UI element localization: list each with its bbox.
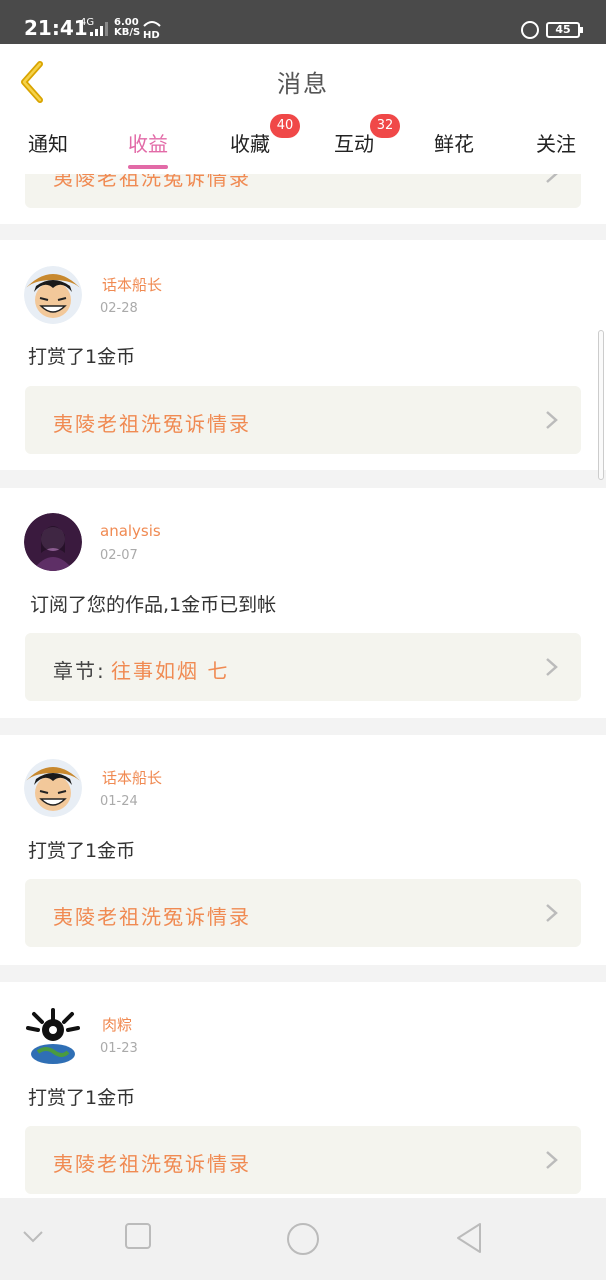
active-tab-indicator bbox=[128, 165, 168, 169]
back-icon[interactable] bbox=[454, 1222, 484, 1254]
portrait-avatar-icon bbox=[24, 513, 82, 571]
username[interactable]: 话本船长 bbox=[102, 767, 162, 788]
username[interactable]: analysis bbox=[100, 522, 161, 540]
message-card: 话本船长 02-28 打赏了1金币 夷陵老祖洗冤诉情录 bbox=[0, 240, 606, 470]
avatar[interactable] bbox=[24, 266, 82, 324]
work-link[interactable]: 夷陵老祖洗冤诉情录 bbox=[25, 386, 581, 454]
recent-apps-icon[interactable] bbox=[124, 1222, 152, 1250]
hd-icon: HD bbox=[143, 21, 161, 39]
signal-icon bbox=[90, 22, 108, 36]
chevron-right-icon bbox=[546, 174, 558, 183]
message-date: 02-07 bbox=[100, 548, 138, 563]
tab-notifications[interactable]: 通知 bbox=[28, 128, 68, 157]
chevron-right-icon bbox=[546, 658, 558, 676]
tab-label: 互动 bbox=[334, 132, 374, 156]
work-title: 夷陵老祖洗冤诉情录 bbox=[53, 174, 251, 190]
tab-interactions[interactable]: 互动 32 bbox=[334, 114, 400, 157]
work-title: 夷陵老祖洗冤诉情录 bbox=[53, 1152, 251, 1176]
page-title: 消息 bbox=[277, 70, 329, 98]
work-link[interactable]: 夷陵老祖洗冤诉情录 bbox=[25, 174, 581, 208]
message-action: 订阅了您的作品,1金币已到帐 bbox=[30, 594, 277, 616]
tab-bar: 通知 收益 收藏 40 互动 32 鲜花 关注 bbox=[0, 114, 606, 174]
favorites-count-badge: 40 bbox=[270, 114, 300, 138]
message-card-partial: 夷陵老祖洗冤诉情录 bbox=[0, 174, 606, 224]
message-date: 01-24 bbox=[100, 794, 138, 809]
tab-favorites[interactable]: 收藏 40 bbox=[230, 114, 300, 157]
chevron-right-icon bbox=[546, 411, 558, 429]
hd-label: HD bbox=[143, 30, 160, 39]
message-card: 肉粽 01-23 打赏了1金币 夷陵老祖洗冤诉情录 bbox=[0, 982, 606, 1198]
tab-label: 关注 bbox=[536, 132, 576, 156]
username[interactable]: 话本船长 bbox=[102, 274, 162, 295]
chevron-down-icon[interactable] bbox=[22, 1230, 44, 1244]
header: 消息 bbox=[0, 44, 606, 116]
chapter-link[interactable]: 章节: 往事如烟 七 bbox=[25, 633, 581, 701]
battery-icon: 45 bbox=[546, 22, 583, 38]
message-date: 02-28 bbox=[100, 301, 138, 316]
tab-label: 通知 bbox=[28, 132, 68, 156]
network-speed: 6.00 KB/S bbox=[114, 18, 140, 38]
luffy-avatar-icon bbox=[24, 759, 82, 817]
work-title: 夷陵老祖洗冤诉情录 bbox=[53, 905, 251, 929]
rotation-lock-icon bbox=[521, 21, 539, 39]
message-date: 01-23 bbox=[100, 1041, 138, 1056]
chapter-prefix: 章节: bbox=[53, 659, 106, 683]
speed-unit: KB/S bbox=[114, 27, 141, 38]
avatar[interactable] bbox=[24, 1006, 82, 1064]
message-card: 话本船长 01-24 打赏了1金币 夷陵老祖洗冤诉情录 bbox=[0, 735, 606, 965]
message-action: 打赏了1金币 bbox=[28, 346, 136, 368]
tab-label: 鲜花 bbox=[434, 132, 474, 156]
system-nav-bar bbox=[0, 1198, 606, 1280]
work-title: 夷陵老祖洗冤诉情录 bbox=[53, 412, 251, 436]
chevron-right-icon bbox=[546, 904, 558, 922]
tab-following[interactable]: 关注 bbox=[536, 128, 576, 157]
tab-earnings[interactable]: 收益 bbox=[128, 128, 168, 169]
work-link[interactable]: 夷陵老祖洗冤诉情录 bbox=[25, 879, 581, 947]
globe-avatar-icon bbox=[24, 1006, 82, 1064]
work-link[interactable]: 夷陵老祖洗冤诉情录 bbox=[25, 1126, 581, 1194]
home-icon[interactable] bbox=[286, 1222, 320, 1256]
chevron-right-icon bbox=[546, 1151, 558, 1169]
tab-label: 收藏 bbox=[230, 132, 270, 156]
scrollbar[interactable] bbox=[598, 330, 604, 480]
avatar[interactable] bbox=[24, 513, 82, 571]
luffy-avatar-icon bbox=[24, 266, 82, 324]
status-time: 21:41 bbox=[24, 16, 88, 40]
interactions-count-badge: 32 bbox=[370, 114, 400, 138]
tab-flowers[interactable]: 鲜花 bbox=[434, 128, 474, 157]
message-action: 打赏了1金币 bbox=[28, 840, 136, 862]
tab-label: 收益 bbox=[128, 132, 168, 156]
message-action: 打赏了1金币 bbox=[28, 1087, 136, 1109]
message-card: analysis 02-07 订阅了您的作品,1金币已到帐 章节: 往事如烟 七 bbox=[0, 488, 606, 718]
status-bar: 21:41 4G 6.00 KB/S HD 45 bbox=[0, 0, 606, 44]
username[interactable]: 肉粽 bbox=[102, 1014, 132, 1035]
chapter-name: 往事如烟 七 bbox=[111, 659, 230, 683]
avatar[interactable] bbox=[24, 759, 82, 817]
